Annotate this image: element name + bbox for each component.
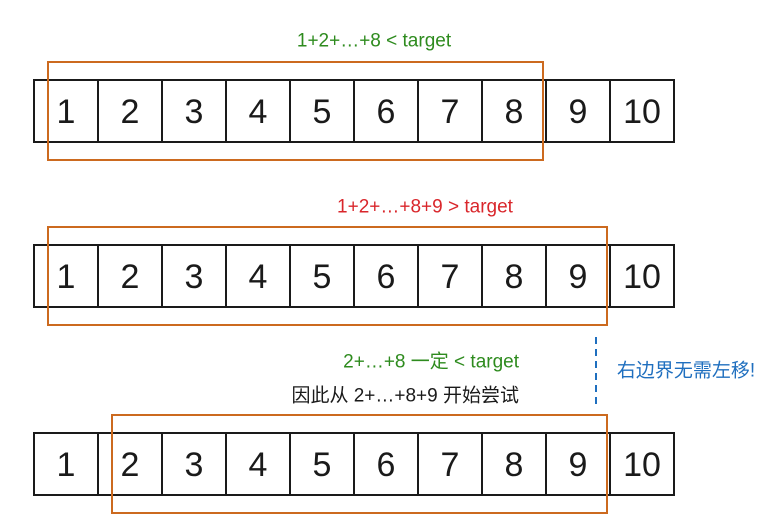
array-cell: 10: [609, 432, 675, 496]
cell-value: 8: [505, 93, 524, 131]
array-cell: 10: [609, 244, 675, 308]
array-cell: 4: [225, 79, 291, 143]
array-cell: 4: [225, 244, 291, 308]
cell-value: 5: [313, 93, 332, 131]
row-2-caption-1: 1+2+…+8+9 > target: [337, 197, 514, 218]
cell-value: 1: [57, 93, 76, 131]
array-row-1: 1 2 3 4 5 6 7 8 9 10: [33, 61, 675, 161]
array-cell: 7: [417, 244, 483, 308]
array-cell: 2: [97, 244, 163, 308]
cell-value: 9: [569, 93, 588, 131]
row-3-caption-2: 因此从 2+…+8+9 开始尝试: [291, 385, 519, 407]
cell-value: 5: [313, 258, 332, 296]
array-cell: 1: [33, 244, 99, 308]
cell-value: 3: [185, 258, 204, 296]
cell-value: 9: [569, 446, 588, 484]
array-row-2: 1 2 3 4 5 6 7 8 9 10: [33, 226, 675, 326]
cell-value: 10: [623, 258, 661, 296]
cell-value: 5: [313, 446, 332, 484]
side-note: 右边界无需左移!: [617, 360, 755, 382]
array-cell: 8: [481, 244, 547, 308]
cell-value: 2: [121, 93, 140, 131]
array-cell: 8: [481, 79, 547, 143]
array-cell: 9: [545, 244, 611, 308]
cell-value: 4: [249, 93, 268, 131]
cell-value: 3: [185, 93, 204, 131]
cell-value: 8: [505, 446, 524, 484]
array-cell: 6: [353, 79, 419, 143]
cell-value: 7: [441, 446, 460, 484]
sliding-window-diagram: 1 2 3 4 5 6 7 8 9 10 1 2 3 4 5 6 7 8 9 10 1 2 3 4 5 6 7 8 9 10 1+2+…+…: [33, 31, 755, 514]
array-cell: 6: [353, 432, 419, 496]
array-cell: 7: [417, 432, 483, 496]
cell-value: 3: [185, 446, 204, 484]
cell-value: 1: [57, 446, 76, 484]
cell-value: 6: [377, 446, 396, 484]
array-cell: 4: [225, 432, 291, 496]
cell-value: 6: [377, 258, 396, 296]
cell-value: 10: [623, 93, 661, 131]
cell-value: 7: [441, 93, 460, 131]
array-cell: 10: [609, 79, 675, 143]
array-cell: 2: [97, 79, 163, 143]
array-cell: 1: [33, 432, 99, 496]
cell-value: 9: [569, 258, 588, 296]
row-1-caption-1: 1+2+…+8 < target: [297, 31, 452, 52]
array-cell: 3: [161, 244, 227, 308]
cell-value: 2: [121, 258, 140, 296]
cell-value: 4: [249, 258, 268, 296]
cell-value: 4: [249, 446, 268, 484]
cell-value: 2: [121, 446, 140, 484]
array-cell: 1: [33, 79, 99, 143]
array-cell: 9: [545, 79, 611, 143]
array-cell: 6: [353, 244, 419, 308]
array-row-3: 1 2 3 4 5 6 7 8 9 10: [33, 414, 675, 514]
cell-value: 8: [505, 258, 524, 296]
cell-value: 7: [441, 258, 460, 296]
array-cell: 7: [417, 79, 483, 143]
row-3-caption-1: 2+…+8 一定 < target: [343, 351, 520, 373]
array-cell: 5: [289, 79, 355, 143]
array-cell: 5: [289, 244, 355, 308]
cell-value: 6: [377, 93, 396, 131]
rows-layer: 1 2 3 4 5 6 7 8 9 10 1 2 3 4 5 6 7 8 9 10 1 2 3 4 5 6 7 8 9 10: [33, 61, 675, 514]
array-cell: 5: [289, 432, 355, 496]
array-cell: 8: [481, 432, 547, 496]
array-cell: 2: [97, 432, 163, 496]
array-cell: 9: [545, 432, 611, 496]
cell-value: 10: [623, 446, 661, 484]
array-cell: 3: [161, 79, 227, 143]
cell-value: 1: [57, 258, 76, 296]
array-cell: 3: [161, 432, 227, 496]
